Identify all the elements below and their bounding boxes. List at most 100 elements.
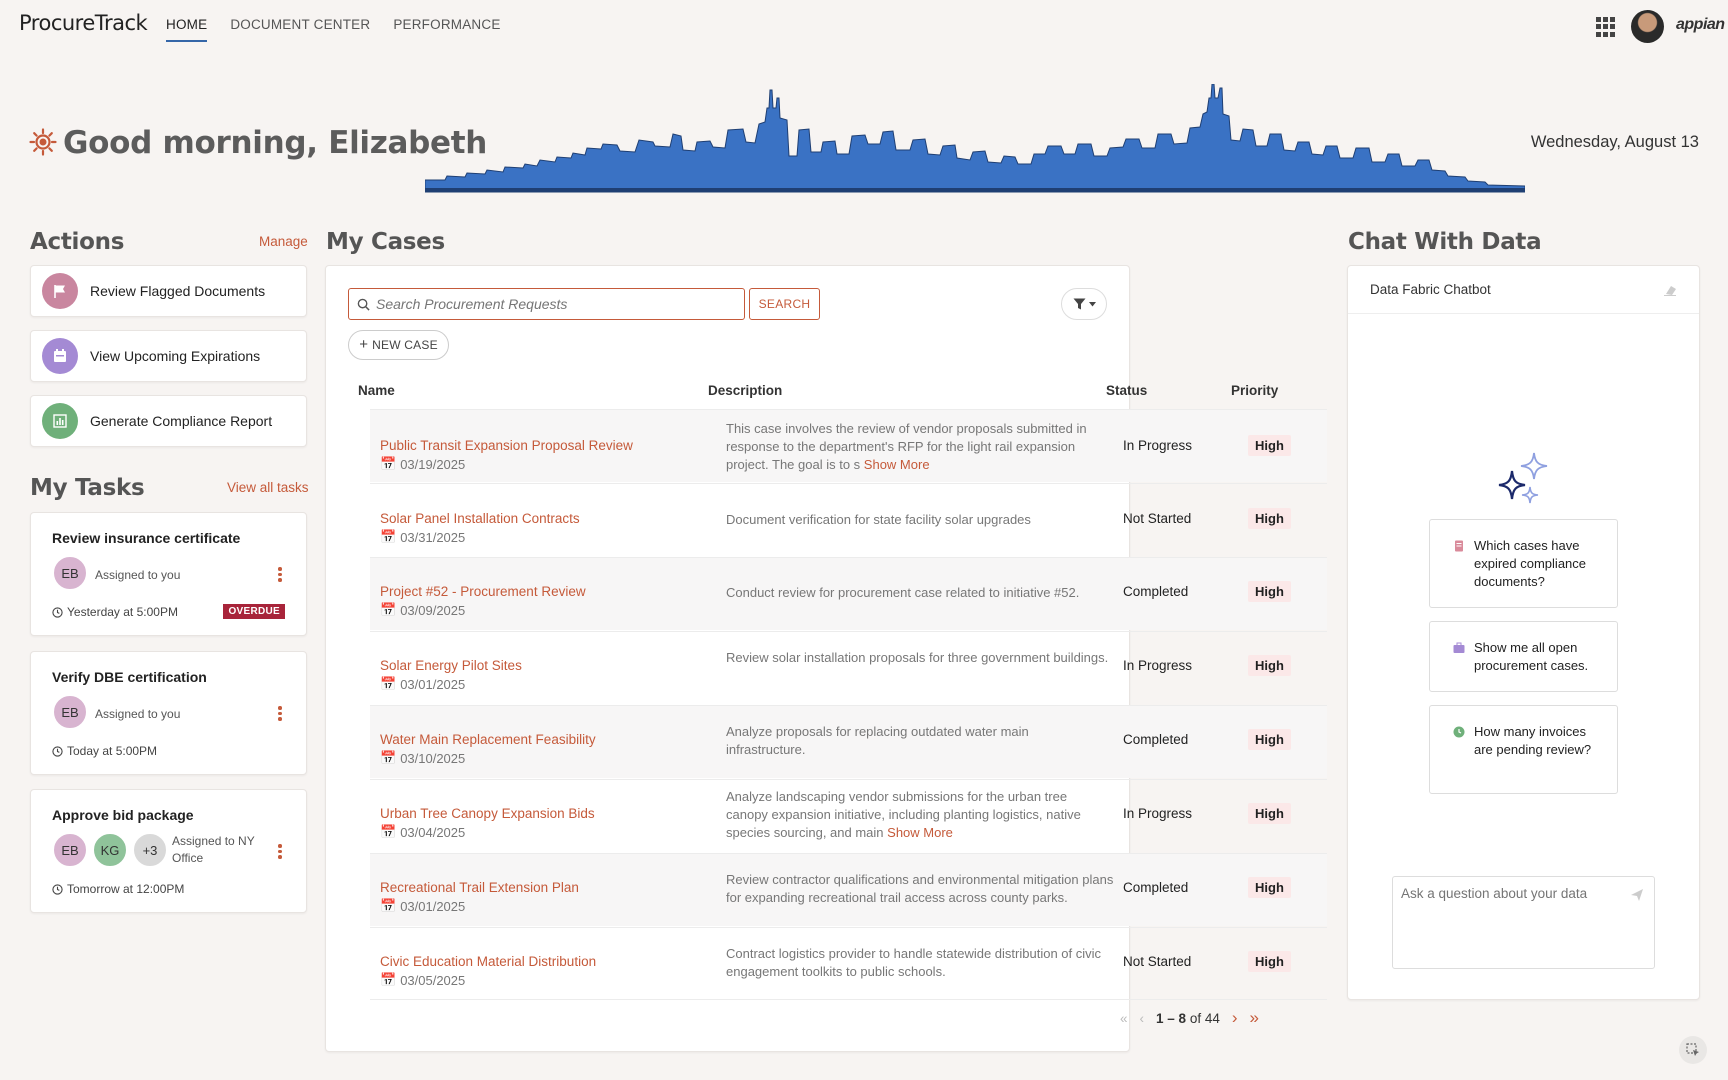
page-range-value: 1 – 8 xyxy=(1156,1010,1187,1026)
manage-link[interactable]: Manage xyxy=(259,234,308,249)
case-name-link[interactable]: Recreational Trail Extension Plan xyxy=(380,880,579,895)
task-card[interactable]: Verify DBE certification EB Assigned to … xyxy=(30,651,307,775)
task-title: Review insurance certificate xyxy=(52,530,241,546)
avatar: KG xyxy=(92,832,128,868)
search-button[interactable]: SEARCH xyxy=(749,288,820,320)
table-row[interactable]: Project #52 - Procurement Review 📅 03/09/… xyxy=(370,557,1327,630)
last-page-icon[interactable]: » xyxy=(1250,1008,1259,1028)
eraser-icon[interactable] xyxy=(1663,284,1677,296)
show-more-link[interactable]: Show More xyxy=(864,457,930,472)
priority-badge: High xyxy=(1248,581,1291,602)
briefcase-icon xyxy=(1453,642,1465,653)
table-row[interactable]: Solar Panel Installation Contracts 📅 03/3… xyxy=(370,483,1327,556)
task-title: Approve bid package xyxy=(52,807,194,823)
sun-icon xyxy=(29,128,57,156)
column-header-status[interactable]: Status xyxy=(1106,383,1147,398)
calendar-icon: 📅 xyxy=(380,972,397,987)
app-grid-icon[interactable] xyxy=(1596,17,1616,37)
filter-button[interactable] xyxy=(1061,288,1107,320)
suggestion-text: Which cases have expired compliance docu… xyxy=(1474,538,1587,589)
priority-badge: High xyxy=(1248,508,1291,529)
case-name-link[interactable]: Public Transit Expansion Proposal Review xyxy=(380,438,633,453)
action-generate-report[interactable]: Generate Compliance Report xyxy=(30,395,307,447)
assigned-text: Assigned to you xyxy=(95,707,181,721)
table-row[interactable]: Recreational Trail Extension Plan 📅 03/01… xyxy=(370,853,1327,926)
date-text: 03/10/2025 xyxy=(400,750,466,766)
case-status: Completed xyxy=(1123,880,1189,895)
table-row[interactable]: Public Transit Expansion Proposal Review… xyxy=(370,409,1327,482)
new-case-button[interactable]: + NEW CASE xyxy=(348,330,449,360)
task-avatars: EB KG +3 xyxy=(52,832,172,868)
task-due: Tomorrow at 12:00PM xyxy=(52,882,184,896)
search-icon xyxy=(357,298,370,311)
show-more-link[interactable]: Show More xyxy=(887,825,953,840)
document-icon xyxy=(1455,540,1463,552)
send-icon[interactable] xyxy=(1630,888,1644,902)
action-label: Generate Compliance Report xyxy=(90,413,273,429)
table-row[interactable]: Civic Education Material Distribution 📅 0… xyxy=(370,927,1327,1000)
pagination: « ‹ 1 – 8 of 44 › » xyxy=(1120,1008,1259,1028)
next-page-icon[interactable]: › xyxy=(1232,1008,1238,1028)
column-header-name[interactable]: Name xyxy=(358,383,395,398)
case-status: In Progress xyxy=(1123,438,1193,453)
table-row[interactable]: Solar Energy Pilot Sites 📅 03/01/2025 Rev… xyxy=(370,631,1327,704)
tab-performance[interactable]: PERFORMANCE xyxy=(393,17,500,42)
calendar-icon: 📅 xyxy=(380,529,397,544)
more-options-icon[interactable] xyxy=(278,706,282,721)
calendar-icon: 📅 xyxy=(380,456,397,471)
case-description: Analyze landscaping vendor submissions f… xyxy=(726,788,1111,842)
avatar: EB xyxy=(52,555,88,591)
screenshot-tool-button[interactable] xyxy=(1679,1036,1707,1064)
filter-icon xyxy=(1073,298,1085,310)
first-page-icon[interactable]: « xyxy=(1120,1011,1128,1026)
page-total: of 44 xyxy=(1189,1010,1220,1026)
suggestion-card[interactable]: How many invoices are pending review? xyxy=(1429,705,1618,794)
date-text: 03/01/2025 xyxy=(400,898,466,914)
suggestion-card[interactable]: Show me all open procurement cases. xyxy=(1429,621,1618,692)
more-options-icon[interactable] xyxy=(278,567,282,582)
cases-title: My Cases xyxy=(326,229,445,255)
user-avatar[interactable] xyxy=(1631,10,1664,43)
due-text: Tomorrow at 12:00PM xyxy=(67,882,185,896)
case-description: Analyze proposals for replacing outdated… xyxy=(726,724,1029,757)
suggestion-card[interactable]: Which cases have expired compliance docu… xyxy=(1429,519,1618,608)
tab-document-center[interactable]: DOCUMENT CENTER xyxy=(230,17,370,42)
case-name-link[interactable]: Project #52 - Procurement Review xyxy=(380,584,586,599)
greeting-text: Good morning, Elizabeth xyxy=(63,125,488,161)
caret-down-icon xyxy=(1088,301,1096,306)
tasks-title: My Tasks xyxy=(30,475,145,501)
clock-icon xyxy=(52,745,63,757)
current-date: Wednesday, August 13 xyxy=(1530,133,1699,151)
case-description: Conduct review for procurement case rela… xyxy=(726,585,1080,600)
view-all-tasks-link[interactable]: View all tasks xyxy=(227,480,309,495)
app-logo[interactable]: ProcureTrack xyxy=(19,11,148,35)
case-name-link[interactable]: Solar Energy Pilot Sites xyxy=(380,658,522,673)
action-review-flagged[interactable]: Review Flagged Documents xyxy=(30,265,307,317)
search-input[interactable] xyxy=(376,296,726,312)
chat-title: Chat With Data xyxy=(1348,229,1542,255)
chat-header: Data Fabric Chatbot xyxy=(1348,266,1699,314)
case-name-link[interactable]: Solar Panel Installation Contracts xyxy=(380,511,580,526)
flag-icon xyxy=(42,273,78,309)
actions-title: Actions xyxy=(30,229,125,255)
prev-page-icon[interactable]: ‹ xyxy=(1140,1011,1145,1026)
tab-home[interactable]: HOME xyxy=(166,17,208,42)
table-row[interactable]: Water Main Replacement Feasibility 📅 03/1… xyxy=(370,705,1327,778)
action-view-expirations[interactable]: View Upcoming Expirations xyxy=(30,330,307,382)
chat-input[interactable] xyxy=(1401,886,1621,966)
case-name-link[interactable]: Water Main Replacement Feasibility xyxy=(380,732,596,747)
case-name-link[interactable]: Civic Education Material Distribution xyxy=(380,954,596,969)
table-row[interactable]: Urban Tree Canopy Expansion Bids 📅 03/04/… xyxy=(370,779,1327,852)
date-text: 03/04/2025 xyxy=(400,824,466,840)
suggestion-text: How many invoices are pending review? xyxy=(1474,724,1592,757)
rows-anchor xyxy=(325,265,1130,266)
more-options-icon[interactable] xyxy=(278,844,282,859)
task-card[interactable]: Approve bid package EB KG +3 Assigned to… xyxy=(30,789,307,913)
calendar-icon: 📅 xyxy=(380,676,397,691)
calendar-icon: 📅 xyxy=(380,750,397,765)
column-header-description[interactable]: Description xyxy=(708,383,782,398)
column-header-priority[interactable]: Priority xyxy=(1231,383,1278,398)
case-name-link[interactable]: Urban Tree Canopy Expansion Bids xyxy=(380,806,595,821)
case-description: This case involves the review of vendor … xyxy=(726,420,1111,474)
task-card[interactable]: Review insurance certificate EB Assigned… xyxy=(30,512,307,636)
